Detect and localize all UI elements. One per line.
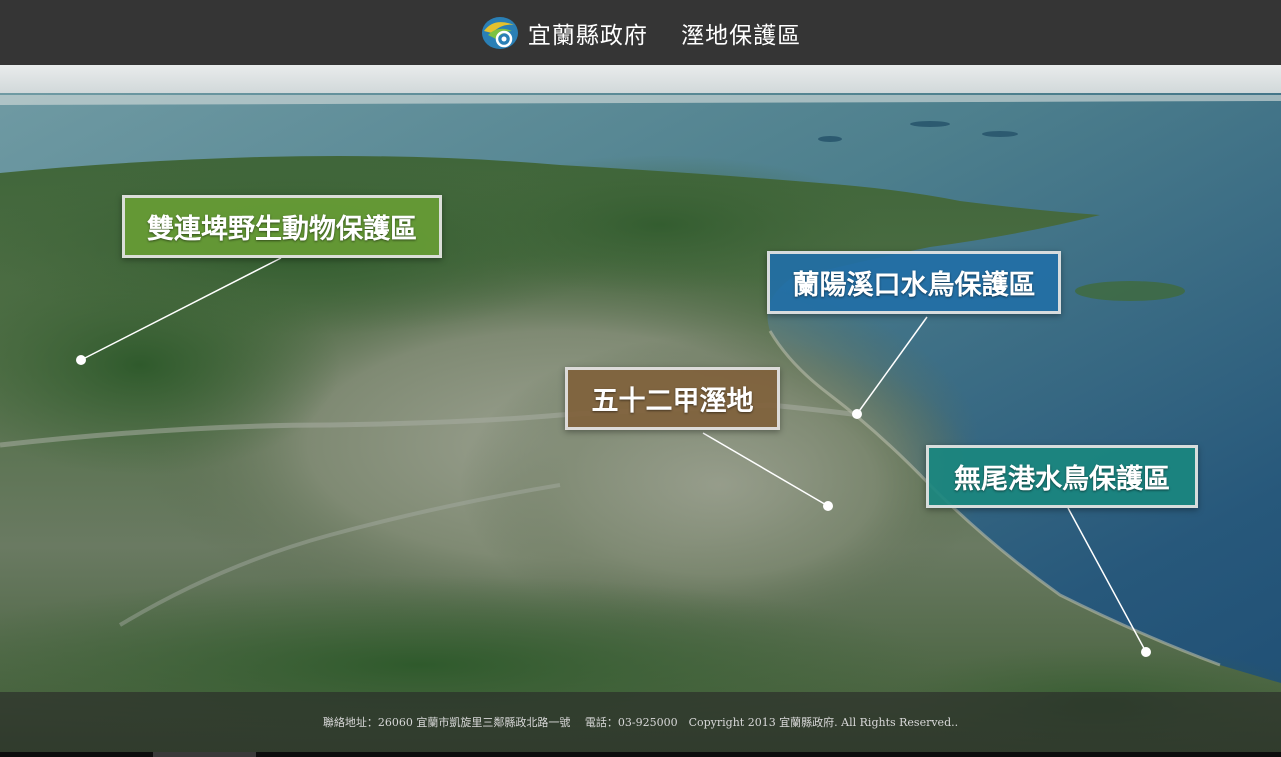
horizontal-scrollbar[interactable] (0, 752, 1281, 757)
org-name: 宜蘭縣政府 (527, 22, 648, 49)
scrollbar-thumb[interactable] (153, 752, 256, 757)
link-wushier-wetland[interactable]: 五十二甲溼地 (565, 367, 780, 430)
site-title: 宜蘭縣政府 溼地保護區 (528, 16, 801, 50)
aerial-map: 雙連埤野生動物保護區 蘭陽溪口水鳥保護區 五十二甲溼地 無尾港水鳥保護區 (0, 65, 1281, 757)
footer-contact-text: 聯絡地址：26060 宜蘭市凱旋里三鄰縣政北路一號 電話：03-925000 C… (322, 716, 959, 729)
site-header: 宜蘭縣政府 溼地保護區 (0, 0, 1281, 66)
link-lanyang-estuary-bird-reserve[interactable]: 蘭陽溪口水鳥保護區 (767, 251, 1061, 314)
county-logo-icon[interactable] (480, 13, 520, 53)
page-title: 溼地保護區 (681, 22, 802, 49)
link-shuanglian-wildlife-reserve[interactable]: 雙連埤野生動物保護區 (122, 195, 442, 258)
link-wuweigang-bird-reserve[interactable]: 無尾港水鳥保護區 (926, 445, 1198, 508)
site-footer: 聯絡地址：26060 宜蘭市凱旋里三鄰縣政北路一號 電話：03-925000 C… (0, 692, 1281, 752)
